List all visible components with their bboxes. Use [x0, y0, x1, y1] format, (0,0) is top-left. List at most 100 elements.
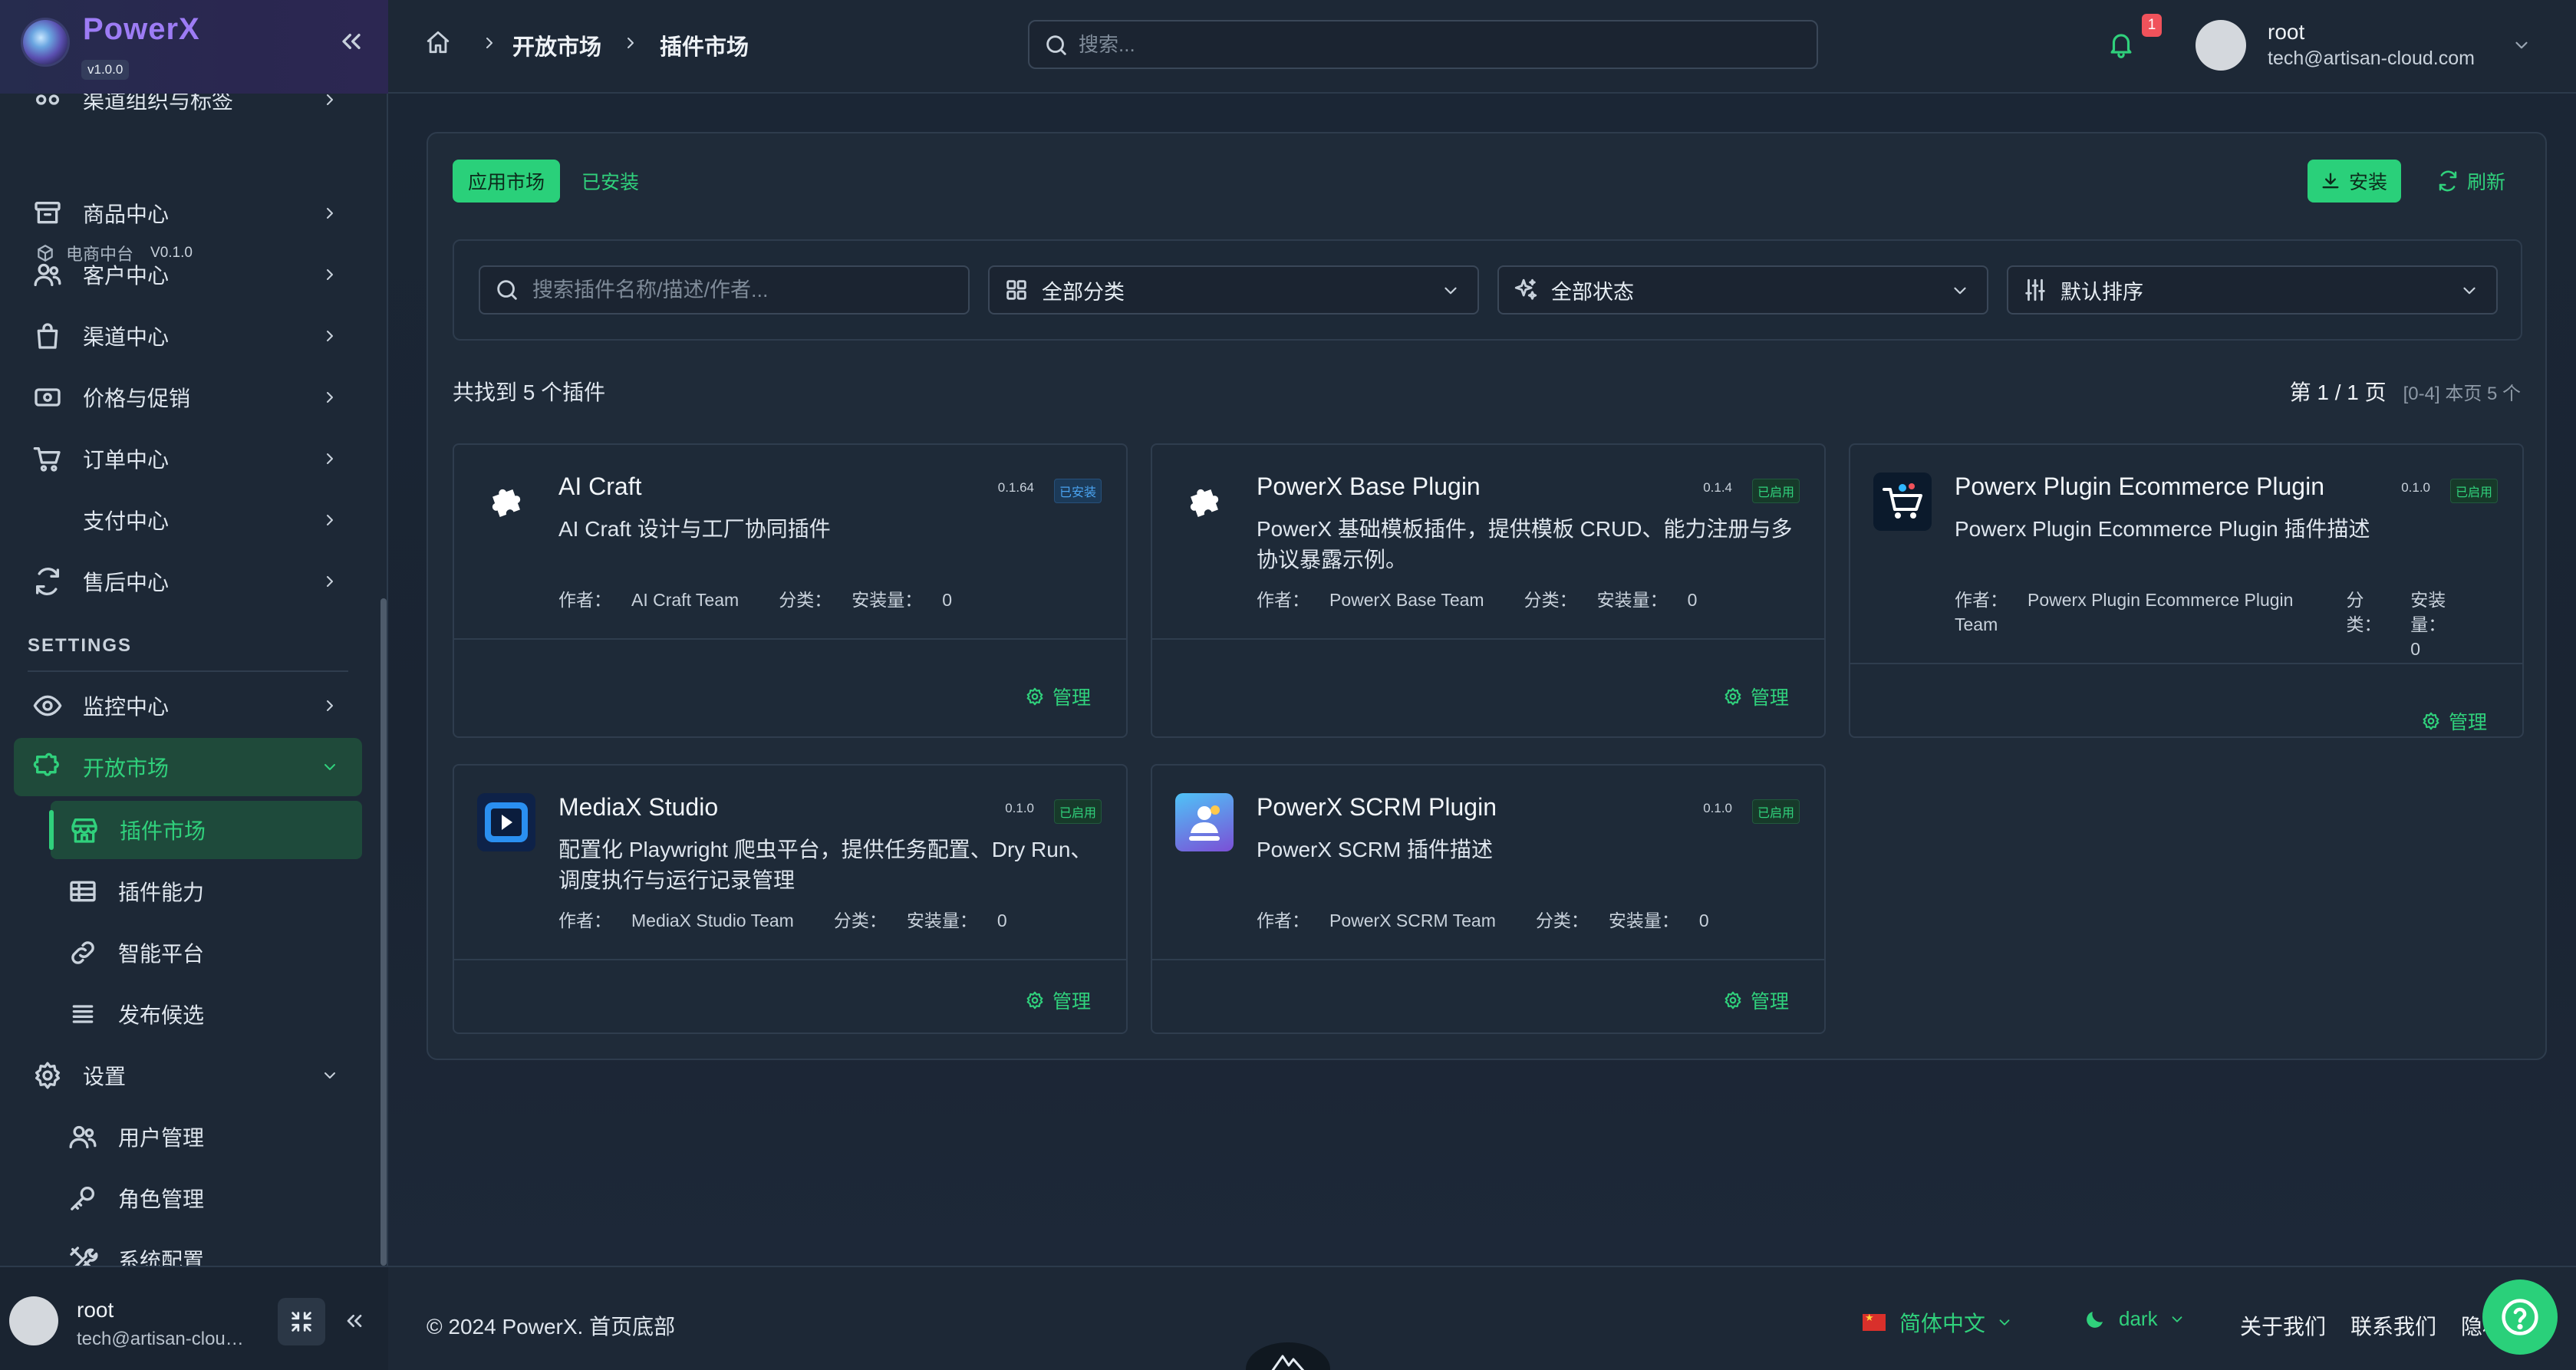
sidebar-item-role-management[interactable]: 角色管理	[14, 1169, 362, 1227]
sidebar-item-products[interactable]: 商品中心	[14, 184, 362, 242]
moon-icon	[2087, 1311, 2103, 1328]
manage-button[interactable]: 管理	[1723, 683, 1789, 710]
storefront-icon	[69, 815, 100, 845]
chevron-down-icon	[1950, 281, 1970, 301]
plugin-installs: 0	[942, 590, 952, 610]
plugin-search-field[interactable]	[479, 265, 970, 315]
breadcrumb-plugin-market: 插件市场	[660, 35, 749, 60]
plugin-installs: 0	[1698, 911, 1709, 930]
table-icon	[68, 876, 98, 907]
collapse-sidebar-icon[interactable]	[336, 26, 367, 57]
status-select[interactable]: 全部状态	[1497, 265, 1988, 315]
sidebar-item-after-sales[interactable]: 售后中心	[14, 552, 362, 611]
group-icon	[32, 94, 63, 115]
avatar[interactable]	[9, 1296, 58, 1345]
category-select[interactable]: 全部分类	[988, 265, 1479, 315]
app-name: PowerX	[83, 12, 200, 46]
plugin-search-input[interactable]	[532, 278, 931, 302]
sidebar-item-label: 商品中心	[83, 203, 170, 226]
plugin-description: PowerX 基础模板插件，提供模板 CRUD、能力注册与多协议暴露示例。	[1257, 517, 1793, 571]
home-icon[interactable]	[425, 29, 451, 55]
sliders-icon	[2022, 277, 2048, 303]
language-switcher[interactable]: 简体中文	[1863, 1307, 2013, 1338]
category-prefix: 分类：	[779, 590, 832, 610]
sidebar-item-plugin-capabilities[interactable]: 插件能力	[14, 862, 362, 920]
manage-button[interactable]: 管理	[2421, 707, 2487, 735]
manage-button[interactable]: 管理	[1723, 986, 1789, 1014]
plugin-card-mediax: MediaX Studio 0.1.0 已启用 配置化 Playwright 爬…	[453, 764, 1128, 1034]
global-search[interactable]	[1028, 20, 1818, 69]
status-badge: 已启用	[2449, 479, 2498, 503]
sidebar-header: PowerX v1.0.0	[0, 0, 388, 94]
manage-button[interactable]: 管理	[1025, 683, 1091, 710]
sidebar-item-payments[interactable]: 支付中心	[14, 491, 362, 549]
sidebar-item-plugin-market[interactable]: 插件市场	[49, 801, 362, 859]
footer-link-about[interactable]: 关于我们	[2240, 1310, 2326, 1341]
manage-label: 管理	[1052, 991, 1091, 1013]
manage-button[interactable]: 管理	[1025, 986, 1091, 1014]
language-label: 简体中文	[1899, 1312, 1986, 1335]
card-divider	[1152, 959, 1824, 960]
chevron-right-icon	[321, 327, 339, 345]
sidebar-item-pricing[interactable]: 价格与促销	[14, 368, 362, 426]
sidebar-item-ai-platform[interactable]: 智能平台	[14, 924, 362, 982]
sidebar-user-email: tech@artisan-cloud.com	[77, 1329, 253, 1349]
sidebar-item-channels[interactable]: 渠道中心	[14, 307, 362, 365]
sidebar-item-label: 插件市场	[120, 819, 206, 843]
category-prefix: 分类：	[833, 911, 887, 930]
sidebar-item-channel-org[interactable]: 渠道组织与标签	[14, 94, 362, 129]
tab-installed[interactable]: 已安装	[572, 160, 648, 203]
install-button-label: 安装	[2349, 172, 2388, 193]
plugin-meta: 作者： PowerX SCRM Team 分类： 安装量： 0	[1257, 908, 1749, 933]
installs-prefix: 安装量：	[1596, 590, 1668, 610]
breadcrumb-separator-icon	[480, 34, 499, 52]
avatar[interactable]	[2196, 20, 2246, 71]
refresh-button[interactable]: 刷新	[2427, 160, 2515, 203]
chevron-right-icon	[321, 511, 339, 529]
sidebar-item-label: 用户管理	[118, 1126, 205, 1150]
plugin-card-ai-craft: AI Craft 0.1.64 已安装 AI Craft 设计与工厂协同插件 作…	[453, 443, 1128, 738]
sidebar-item-settings[interactable]: 设置	[14, 1046, 362, 1105]
tab-app-market[interactable]: 应用市场	[453, 160, 561, 203]
plugin-description: 配置化 Playwright 爬虫平台，提供任务配置、Dry Run、调度执行与…	[558, 838, 1092, 892]
sidebar-item-orders[interactable]: 订单中心	[14, 430, 362, 488]
sidebar-item-label: 系统配置	[118, 1249, 205, 1266]
gear-icon	[32, 1060, 63, 1091]
sidebar-item-customers[interactable]: 客户中心	[14, 245, 362, 304]
page-range: [0-4] 本页 5 个	[2403, 384, 2521, 404]
people-icon	[1175, 793, 1234, 851]
main-content: 应用市场 已安装 安装 刷新 全部分类 全部状态	[388, 94, 2576, 1266]
chevron-down-icon	[321, 1066, 339, 1085]
install-button[interactable]: 安装	[2308, 160, 2402, 203]
list-icon	[68, 999, 98, 1029]
breadcrumb-open-market[interactable]: 开放市场	[512, 29, 601, 61]
sort-select[interactable]: 默认排序	[2007, 265, 2498, 315]
sidebar-item-monitor[interactable]: 监控中心	[14, 677, 362, 735]
shopping-cart-icon	[1873, 473, 1932, 531]
gear-icon	[2423, 712, 2439, 730]
gear-icon	[1026, 991, 1043, 1009]
sidebar-menu: 渠道组织与标签 电商中台 V0.1.0 商品中心 客户中心 渠道中心 价格与促销	[0, 94, 379, 1266]
topbar-user-name[interactable]: root	[2268, 20, 2304, 44]
collapse-sidebar-icon[interactable]	[342, 1309, 367, 1333]
filter-bar: 全部分类 全部状态 默认排序	[453, 239, 2522, 341]
status-select-value: 全部状态	[1551, 280, 1634, 304]
bell-icon[interactable]	[2107, 29, 2136, 58]
plugin-description: PowerX SCRM 插件描述	[1257, 838, 1494, 861]
installs-prefix: 安装量：	[1608, 911, 1679, 930]
installs-prefix: 安装量：	[906, 911, 977, 930]
sidebar-item-open-market[interactable]: 开放市场	[14, 738, 362, 796]
chevron-down-icon	[2459, 281, 2479, 301]
sidebar-scrollbar-thumb[interactable]	[380, 598, 387, 1266]
shrink-button[interactable]	[278, 1298, 325, 1345]
theme-switcher[interactable]: dark	[2084, 1307, 2186, 1331]
footer-link-contact[interactable]: 联系我们	[2350, 1310, 2436, 1341]
help-button[interactable]	[2482, 1279, 2558, 1355]
sidebar-item-system-config[interactable]: 系统配置	[14, 1230, 362, 1266]
sidebar-item-release-candidates[interactable]: 发布候选	[14, 985, 362, 1043]
plugin-installs: 0	[1687, 590, 1698, 610]
category-select-value: 全部分类	[1042, 280, 1125, 304]
sidebar-item-user-management[interactable]: 用户管理	[14, 1108, 362, 1166]
search-input[interactable]	[1079, 28, 1800, 61]
chevron-down-icon[interactable]	[2512, 35, 2532, 55]
